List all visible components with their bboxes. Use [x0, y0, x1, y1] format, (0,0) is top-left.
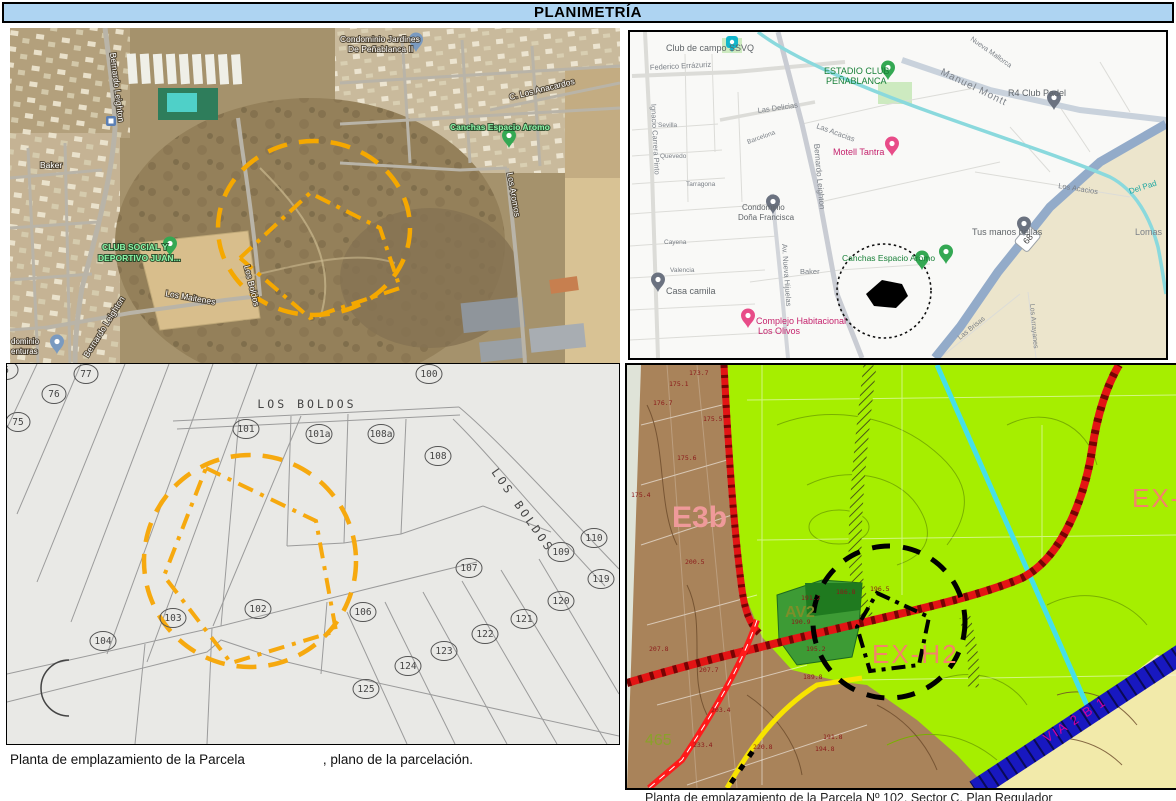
poi-label: Los Olivos: [758, 326, 801, 336]
svg-text:189.8: 189.8: [803, 673, 823, 681]
svg-text:173.7: 173.7: [689, 369, 709, 377]
svg-text:191.8: 191.8: [823, 733, 843, 741]
pool: [167, 93, 197, 112]
street-label: Baker: [40, 160, 62, 170]
satellite-map: Condominio Jardines De Peñablanca II Ber…: [10, 28, 620, 363]
zone-label-exh: EX-H: [1132, 483, 1176, 513]
street-label: Valencia: [670, 267, 695, 274]
svg-text:100: 100: [420, 369, 437, 380]
poi-label: CLUB SOCIAL Y: [102, 242, 168, 252]
svg-text:186.8: 186.8: [836, 588, 856, 596]
poi-label: Club de campo SSVQ: [666, 43, 754, 53]
svg-text:121: 121: [515, 614, 532, 625]
svg-text:108a: 108a: [370, 429, 393, 440]
svg-text:107: 107: [460, 563, 477, 574]
poi-label: Condominio Jardines: [340, 34, 420, 44]
svg-text:123: 123: [435, 646, 452, 657]
svg-text:108: 108: [429, 451, 446, 462]
street-map: 68 Club de campo SSVQ Federico Errázuriz: [630, 32, 1166, 358]
svg-text:175.5: 175.5: [703, 415, 723, 423]
bus-stop-icon: [106, 116, 116, 126]
svg-text:106: 106: [354, 607, 371, 618]
poi-label: De Peñablanca II: [348, 44, 413, 54]
zoning-map-panel: VIA 2 B 1 E3b EX-H2 EX-H AV2 465 173.7 1…: [625, 363, 1176, 790]
poi-label: Motell Tantra: [833, 147, 884, 157]
caption-parcel-plan: Planta de emplazamiento de la Parcela , p…: [10, 752, 473, 767]
svg-text:220.8: 220.8: [753, 743, 773, 751]
svg-text:207.7: 207.7: [699, 666, 719, 674]
svg-text:101: 101: [237, 424, 254, 435]
poi-label: ESTADIO CLUB: [824, 66, 889, 76]
street-label: Cayena: [664, 239, 687, 246]
street-label: Quevedo: [660, 153, 687, 160]
svg-text:76: 76: [48, 389, 60, 400]
svg-text:190.9: 190.9: [791, 618, 811, 626]
svg-text:194.8: 194.8: [815, 745, 835, 753]
parcel-plan-panel: LOS BOLDOS LOS BOLDOS 6 75 76 77 100 101…: [6, 363, 620, 745]
street-map-panel: 68 Club de campo SSVQ Federico Errázuriz: [628, 30, 1168, 360]
poi-label: Condominio: [742, 203, 785, 212]
poi-label: DEPORTIVO JUAN...: [98, 253, 181, 263]
svg-text:103: 103: [164, 613, 181, 624]
svg-text:110: 110: [585, 533, 602, 544]
svg-text:203.4: 203.4: [711, 706, 731, 714]
svg-text:102: 102: [249, 604, 266, 615]
svg-text:109: 109: [552, 547, 569, 558]
svg-text:233.4: 233.4: [693, 741, 713, 749]
poi-label: Canchas Espacio Aromo: [450, 122, 550, 132]
svg-text:175.4: 175.4: [631, 491, 651, 499]
svg-text:200.5: 200.5: [685, 558, 705, 566]
svg-text:191.2: 191.2: [801, 594, 821, 602]
poi-label: Tus manos bellas: [972, 227, 1043, 237]
svg-text:125: 125: [357, 684, 374, 695]
parcel-plan: LOS BOLDOS LOS BOLDOS 6 75 76 77 100 101…: [7, 364, 619, 744]
svg-text:195.2: 195.2: [806, 645, 826, 653]
zone-label-e3b: E3b: [672, 501, 727, 534]
poi-label: PEÑABLANCA: [826, 76, 887, 86]
svg-text:207.8: 207.8: [649, 645, 669, 653]
street-label: Sevilla: [658, 122, 678, 129]
poi-label: Canchas Espacio Aromo: [842, 253, 935, 263]
zone-label-exh2: EX-H2: [872, 639, 959, 669]
svg-text:6: 6: [7, 365, 9, 376]
svg-text:101a: 101a: [308, 429, 331, 440]
poi-label: R4 Club Padel: [1008, 88, 1066, 98]
svg-text:124: 124: [399, 661, 416, 672]
page-title: PLANIMETRÍA: [2, 2, 1174, 23]
svg-text:175.1: 175.1: [669, 380, 689, 388]
planimetry-sheet: PLANIMETRÍA: [0, 0, 1176, 801]
svg-text:122: 122: [476, 629, 493, 640]
street-label: Tarragona: [686, 181, 716, 188]
svg-text:196.5: 196.5: [870, 585, 890, 593]
poi-label: Complejo Habitacional: [756, 316, 846, 326]
poi-label: enturas: [11, 347, 38, 356]
street-label: Baker: [800, 267, 820, 276]
satellite-map-panel: Condominio Jardines De Peñablanca II Ber…: [10, 28, 620, 363]
svg-text:175.6: 175.6: [677, 454, 697, 462]
poi-label: dominio: [11, 337, 40, 346]
svg-text:75: 75: [12, 417, 23, 428]
svg-text:119: 119: [592, 574, 609, 585]
street-label: LOS BOLDOS: [257, 397, 356, 411]
svg-text:176.7: 176.7: [653, 399, 673, 407]
zoning-map: VIA 2 B 1 E3b EX-H2 EX-H AV2 465 173.7 1…: [627, 365, 1176, 788]
svg-text:104: 104: [94, 636, 111, 647]
caption-text: Planta de emplazamiento de la Parcela: [10, 752, 245, 767]
svg-text:77: 77: [80, 369, 91, 380]
svg-text:120: 120: [552, 596, 569, 607]
caption-zoning-map: Planta de emplazamiento de la Parcela Nº…: [645, 791, 1053, 801]
zone-label-465: 465: [645, 732, 672, 749]
street-label: Lomas: [1135, 227, 1163, 237]
poi-label: Doña Francisca: [738, 213, 795, 222]
caption-text: , plano de la parcelación.: [323, 752, 473, 767]
poi-label: Casa camila: [666, 286, 716, 296]
